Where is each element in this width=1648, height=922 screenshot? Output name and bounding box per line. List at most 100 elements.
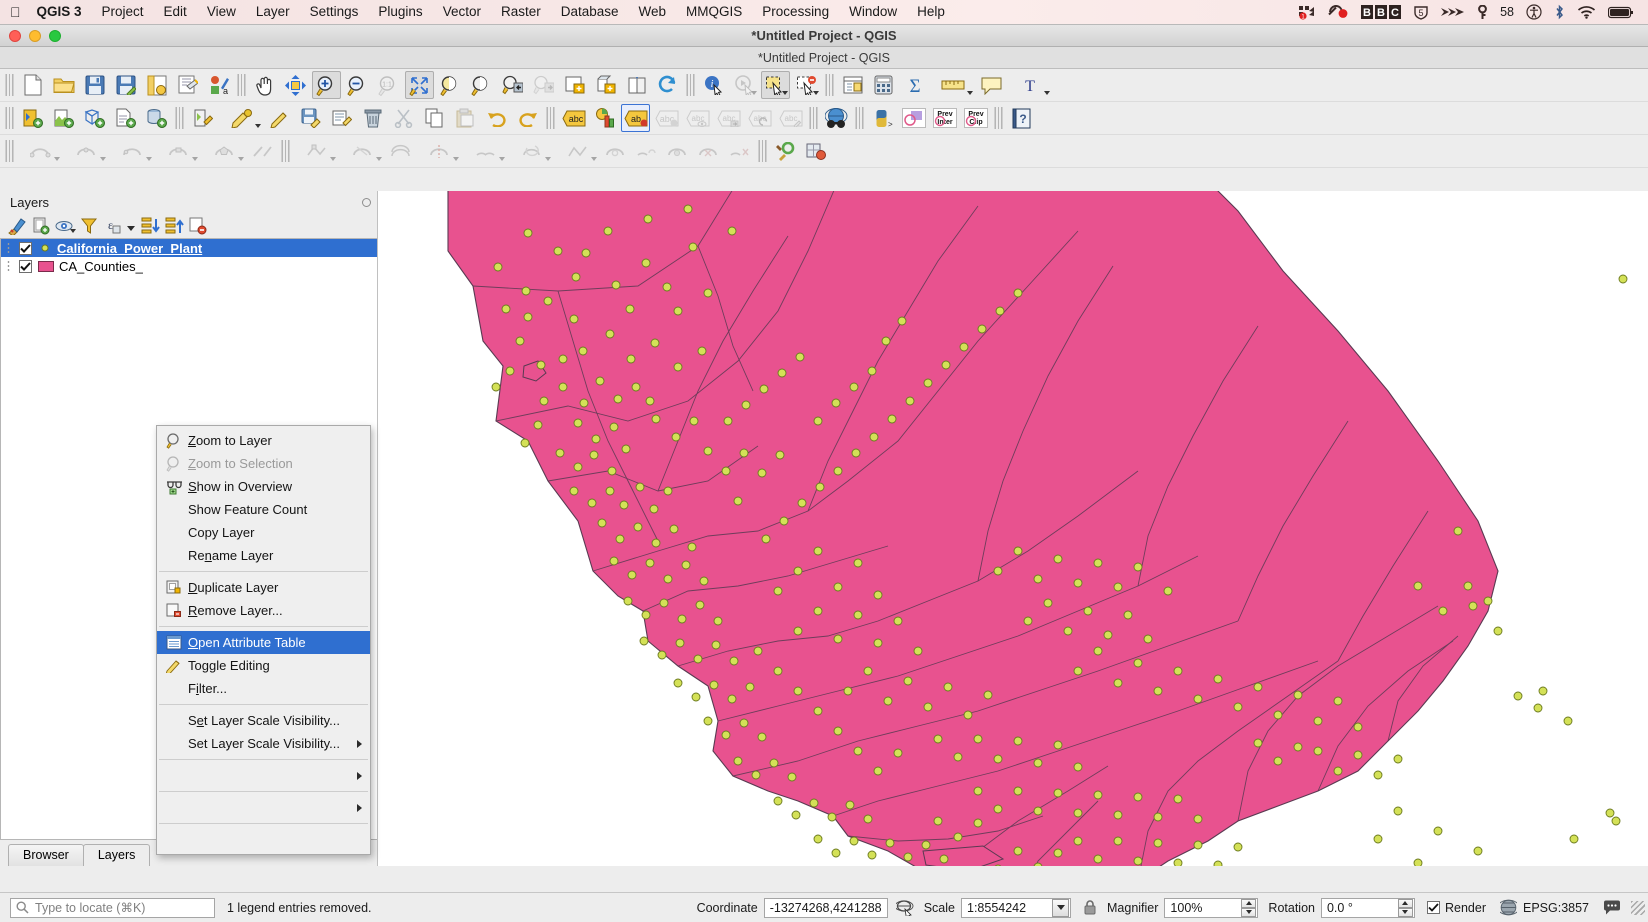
context-duplicate-layer[interactable]: Duplicate Layer [157,576,370,599]
run-feature-action-icon[interactable] [730,71,759,99]
save-layer-edits-icon[interactable] [296,104,325,132]
map-canvas[interactable] [378,191,1648,866]
context-toggle-editing[interactable]: Toggle Editing [157,654,370,677]
layer-visibility-checkbox[interactable] [19,259,32,273]
current-edits-icon[interactable] [219,104,263,132]
context-show-feature-count[interactable]: Show Feature Count [157,498,370,521]
stepper-up[interactable] [1397,898,1413,908]
maximize-window-button[interactable] [49,29,61,42]
add-regular-polygon-icon[interactable] [202,137,246,165]
label-layer-icon[interactable]: abc [559,104,588,132]
zoom-out-icon[interactable] [343,71,372,99]
add-mesh-layer-icon[interactable] [80,104,109,132]
add-ring-icon[interactable] [601,137,630,165]
highlight-pinned-labels-icon[interactable]: ab [621,104,650,132]
show-map-tips-icon[interactable] [977,71,1006,99]
context-open-attribute-table[interactable]: Open Attribute Table [157,631,370,654]
zoom-selection-icon[interactable] [436,71,465,99]
chevron-down-icon[interactable] [1052,898,1069,917]
messages-icon[interactable] [1603,900,1621,915]
chevron-down-icon[interactable] [238,157,244,161]
processing-toolbox-icon[interactable] [771,137,800,165]
chevron-down-icon[interactable] [54,157,60,161]
pan-map-icon[interactable] [250,71,279,99]
arrows-icon[interactable] [1435,5,1471,19]
show-hide-labels-icon[interactable]: abc [683,104,712,132]
shield5-icon[interactable]: 5 [1407,5,1435,20]
toolbar-grip[interactable] [5,140,14,162]
chevron-down-icon[interactable] [192,157,198,161]
panel-float-button[interactable] [362,197,371,207]
menu-plugins[interactable]: Plugins [368,0,432,24]
undo-icon[interactable] [482,104,511,132]
toolbar-grip[interactable] [546,107,555,129]
zoom-next-icon[interactable] [529,71,558,99]
toggle-editing-icon[interactable] [265,104,294,132]
toolbar-grip[interactable] [686,74,695,96]
menu-window[interactable]: Window [839,0,907,24]
toggle-extents-icon[interactable] [895,899,914,916]
open-layer-styling-icon[interactable] [6,215,28,236]
add-raster-layer-icon[interactable] [49,104,78,132]
chevron-down-icon[interactable] [70,229,76,233]
context-export[interactable] [157,764,370,787]
reshape-features-icon[interactable] [340,137,384,165]
stepper-down[interactable] [1241,907,1257,917]
deselect-features-icon[interactable] [792,71,821,99]
zoom-in-icon[interactable] [312,71,341,99]
locator-search-input[interactable]: Type to locate (⌘K) [10,897,215,918]
collapse-all-icon[interactable] [163,215,185,236]
layout-manager-icon[interactable] [173,71,202,99]
chevron-down-icon[interactable] [255,124,261,128]
context-properties[interactable] [157,828,370,851]
menu-layer[interactable]: Layer [246,0,300,24]
toolbar-grip[interactable] [175,107,184,129]
filter-legend-expression-icon[interactable]: ε [102,215,124,236]
chevron-down-icon[interactable] [751,91,757,95]
context-show-in-overview[interactable]: Show in Overview [157,475,370,498]
trim-extend-icon[interactable] [248,137,277,165]
filter-legend-icon[interactable] [78,215,100,236]
wifi-icon[interactable] [1571,5,1602,19]
chevron-down-icon[interactable] [453,157,459,161]
window-resize-grip[interactable] [1631,900,1645,915]
fill-ring-icon[interactable] [663,137,692,165]
toolbar-grip[interactable] [994,107,1003,129]
lock-icon[interactable] [1083,899,1097,916]
chevron-down-icon[interactable] [782,91,788,95]
menu-database[interactable]: Database [551,0,629,24]
add-ellipse-icon[interactable] [110,137,154,165]
select-by-expression-icon[interactable] [838,71,867,99]
drag-handle[interactable] [7,260,10,272]
minimize-window-button[interactable] [29,29,41,42]
new-project-icon[interactable] [18,71,47,99]
mmqgis-icon[interactable] [899,104,928,132]
menu-help[interactable]: Help [907,0,955,24]
coordinate-input[interactable]: -13274268,4241288 [763,897,888,918]
add-postgis-layer-icon[interactable] [142,104,171,132]
layer-row-california-power-plant[interactable]: California_Power_Plant [1,239,377,257]
vertex-tool-icon[interactable] [294,137,338,165]
save-project-icon[interactable] [80,71,109,99]
chevron-down-icon[interactable] [127,226,135,231]
menu-edit[interactable]: Edit [154,0,197,24]
add-vector-layer-icon[interactable] [18,104,47,132]
toolbar-grip[interactable] [237,74,246,96]
delete-part-icon[interactable] [725,137,754,165]
menu-project[interactable]: Project [92,0,154,24]
refresh-icon[interactable] [653,71,682,99]
layer-context-menu[interactable]: Zoom to Layer Zoom to Selection Show in … [156,425,371,855]
paste-features-icon[interactable] [451,104,480,132]
layer-row-ca-counties[interactable]: CA_Counties_ [1,257,377,275]
chevron-down-icon[interactable] [100,157,106,161]
bbc-iplayer-icon[interactable]: BBC [1355,5,1407,19]
recording-icon[interactable] [1321,5,1355,19]
new-map-view-icon[interactable] [560,71,589,99]
crs-label[interactable]: EPSG:3857 [1523,901,1589,915]
menu-vector[interactable]: Vector [433,0,491,24]
context-remove-layer[interactable]: Remove Layer... [157,599,370,622]
chevron-down-icon[interactable] [967,91,973,95]
menu-settings[interactable]: Settings [300,0,369,24]
chevron-down-icon[interactable] [1044,91,1050,95]
chevron-down-icon[interactable] [591,157,597,161]
